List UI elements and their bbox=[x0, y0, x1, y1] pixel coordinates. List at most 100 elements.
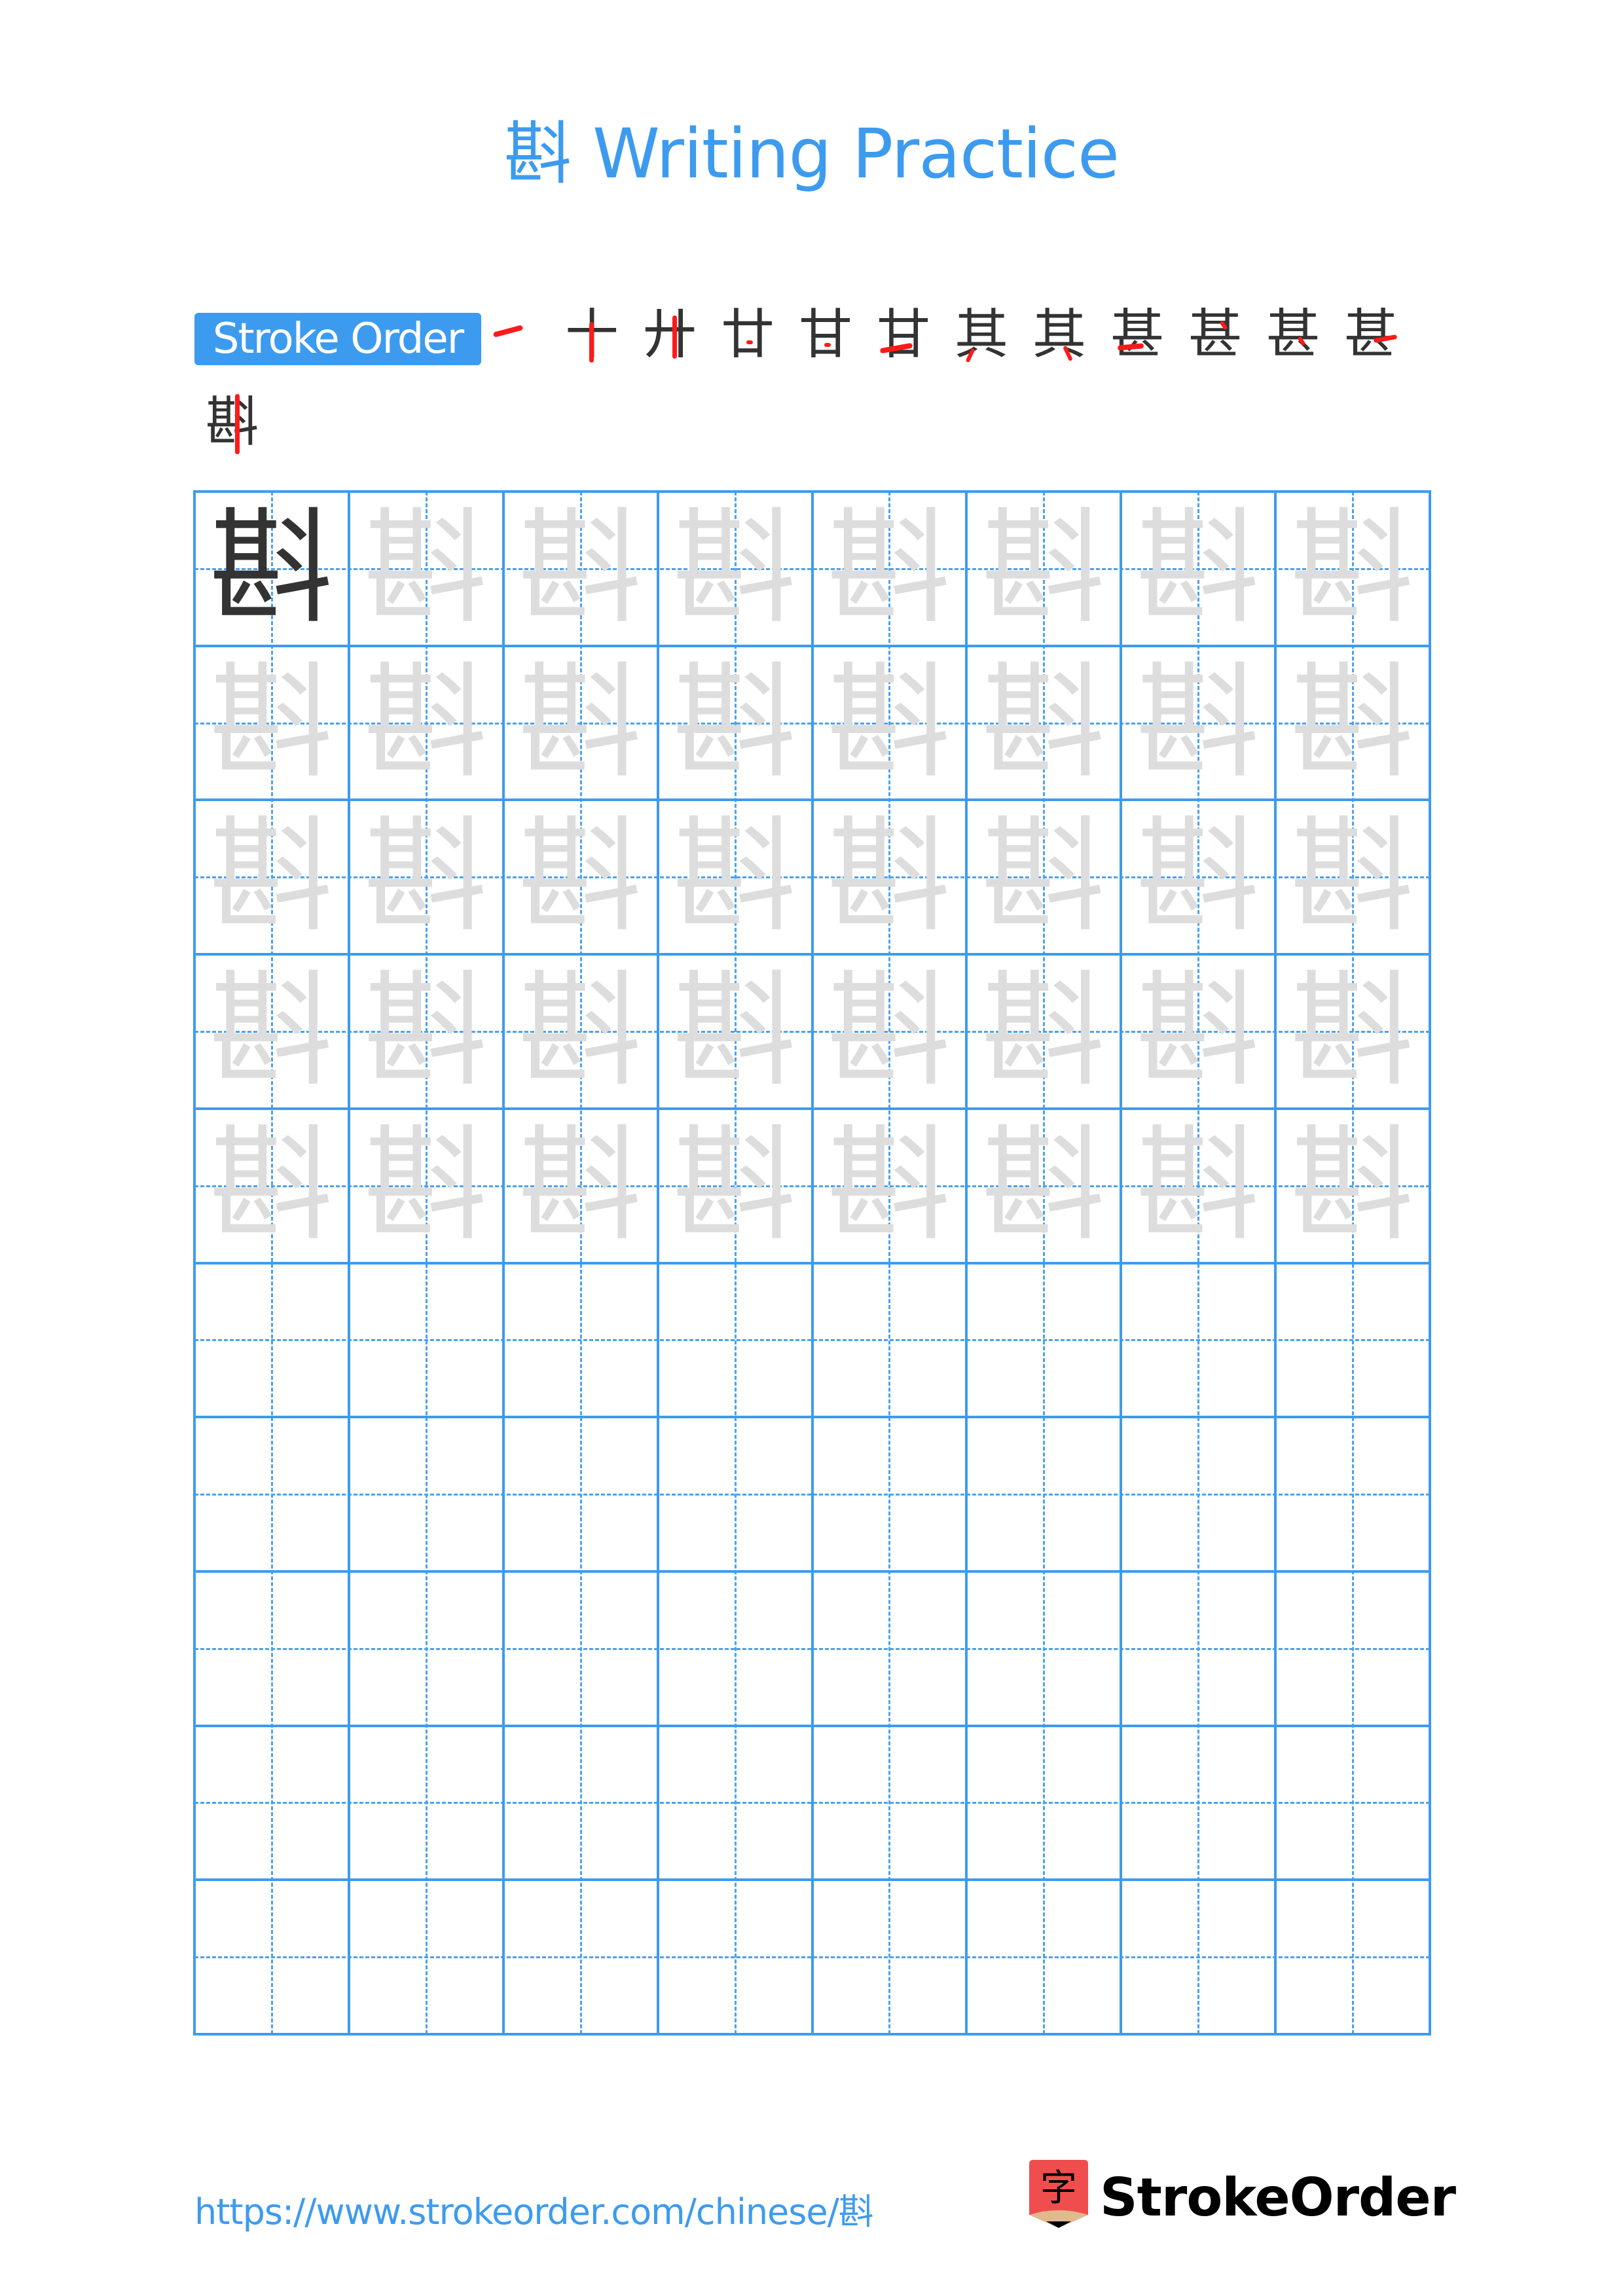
practice-cell[interactable]: 斟 bbox=[1121, 954, 1275, 1109]
practice-cell[interactable]: 斟 bbox=[194, 800, 349, 954]
practice-cell[interactable]: 斟 bbox=[1275, 492, 1430, 646]
practice-cell[interactable] bbox=[1275, 1263, 1430, 1418]
practice-cell[interactable]: 斟 bbox=[812, 492, 967, 646]
practice-cell[interactable] bbox=[194, 1880, 349, 2034]
practice-cell[interactable]: 斟 bbox=[658, 646, 812, 800]
practice-cell[interactable] bbox=[812, 1263, 967, 1418]
practice-cell[interactable] bbox=[658, 1880, 812, 2034]
practice-cell[interactable]: 斟 bbox=[349, 1109, 503, 1263]
trace-character: 斟 bbox=[827, 804, 952, 950]
practice-cell[interactable] bbox=[503, 1263, 658, 1418]
practice-cell[interactable]: 斟 bbox=[503, 954, 658, 1109]
practice-cell[interactable] bbox=[349, 1880, 503, 2034]
practice-cell[interactable]: 斟 bbox=[194, 646, 349, 800]
practice-cell[interactable]: 斟 bbox=[1275, 646, 1430, 800]
practice-cell[interactable] bbox=[966, 1880, 1121, 2034]
footer-url-link[interactable]: https://www.strokeorder.com/chinese/斟 bbox=[194, 2186, 874, 2238]
practice-cell[interactable] bbox=[1121, 1571, 1275, 1726]
practice-cell[interactable]: 斟 bbox=[1121, 1109, 1275, 1263]
practice-cell[interactable]: 斟 bbox=[966, 1109, 1121, 1263]
stroke-step-11: 甚 bbox=[1260, 302, 1326, 368]
practice-cell[interactable] bbox=[658, 1263, 812, 1418]
practice-cell[interactable]: 斟 bbox=[1121, 800, 1275, 954]
practice-cell[interactable] bbox=[194, 1417, 349, 1571]
trace-character: 斟 bbox=[363, 804, 488, 950]
practice-cell[interactable] bbox=[1121, 1880, 1275, 2034]
practice-cell[interactable] bbox=[349, 1263, 503, 1418]
trace-character: 斟 bbox=[827, 650, 952, 795]
stroke-step-glyph: 甚 bbox=[1343, 304, 1398, 366]
practice-cell[interactable] bbox=[812, 1417, 967, 1571]
practice-cell[interactable]: 斟 bbox=[658, 492, 812, 646]
trace-character: 斟 bbox=[981, 650, 1106, 795]
practice-cell[interactable] bbox=[1121, 1263, 1275, 1418]
practice-cell[interactable]: 斟 bbox=[503, 492, 658, 646]
practice-cell[interactable]: 斟 bbox=[1275, 954, 1430, 1109]
practice-cell[interactable] bbox=[349, 1417, 503, 1571]
practice-cell[interactable] bbox=[812, 1726, 967, 1880]
current-stroke-highlight bbox=[235, 394, 240, 454]
practice-cell[interactable]: 斟 bbox=[349, 492, 503, 646]
practice-cell[interactable]: 斟 bbox=[503, 1109, 658, 1263]
practice-cell[interactable]: 斟 bbox=[1275, 1109, 1430, 1263]
logo-text: StrokeOrder bbox=[1100, 2167, 1456, 2228]
stroke-step-3: 廾 bbox=[637, 302, 702, 368]
trace-character: 斟 bbox=[981, 959, 1106, 1104]
practice-cell[interactable]: 斟 bbox=[503, 800, 658, 954]
practice-cell[interactable] bbox=[503, 1417, 658, 1571]
practice-cell[interactable] bbox=[503, 1571, 658, 1726]
practice-cell[interactable]: 斟 bbox=[194, 492, 349, 646]
practice-cell[interactable]: 斟 bbox=[966, 954, 1121, 1109]
practice-cell[interactable] bbox=[194, 1263, 349, 1418]
practice-cell[interactable]: 斟 bbox=[812, 646, 967, 800]
practice-cell[interactable]: 斟 bbox=[1121, 646, 1275, 800]
practice-cell[interactable]: 斟 bbox=[194, 1109, 349, 1263]
trace-character: 斟 bbox=[363, 1113, 488, 1258]
practice-cell[interactable]: 斟 bbox=[812, 1109, 967, 1263]
practice-cell[interactable] bbox=[658, 1571, 812, 1726]
practice-cell[interactable] bbox=[1275, 1726, 1430, 1880]
practice-cell[interactable]: 斟 bbox=[812, 954, 967, 1109]
practice-cell[interactable] bbox=[1121, 1726, 1275, 1880]
practice-cell[interactable]: 斟 bbox=[1275, 800, 1430, 954]
practice-cell[interactable]: 斟 bbox=[966, 492, 1121, 646]
practice-cell[interactable]: 斟 bbox=[658, 954, 812, 1109]
practice-cell[interactable] bbox=[658, 1726, 812, 1880]
practice-cell[interactable] bbox=[349, 1726, 503, 1880]
practice-cell[interactable] bbox=[1121, 1417, 1275, 1571]
practice-cell[interactable]: 斟 bbox=[966, 800, 1121, 954]
practice-cell[interactable]: 斟 bbox=[349, 646, 503, 800]
practice-cell[interactable]: 斟 bbox=[503, 646, 658, 800]
trace-character: 斟 bbox=[981, 1113, 1106, 1258]
practice-cell[interactable] bbox=[503, 1880, 658, 2034]
trace-character: 斟 bbox=[209, 650, 334, 795]
practice-cell[interactable]: 斟 bbox=[966, 646, 1121, 800]
practice-cell[interactable] bbox=[194, 1571, 349, 1726]
trace-character: 斟 bbox=[518, 496, 643, 641]
practice-cell[interactable] bbox=[1275, 1880, 1430, 2034]
practice-cell[interactable]: 斟 bbox=[349, 800, 503, 954]
practice-cell[interactable] bbox=[503, 1726, 658, 1880]
practice-cell[interactable] bbox=[1275, 1417, 1430, 1571]
practice-cell[interactable] bbox=[349, 1571, 503, 1726]
practice-cell[interactable]: 斟 bbox=[812, 800, 967, 954]
trace-character: 斟 bbox=[672, 496, 797, 641]
practice-cell[interactable] bbox=[966, 1726, 1121, 1880]
trace-character: 斟 bbox=[981, 804, 1106, 950]
stroke-step-glyph: 甚 bbox=[1266, 304, 1320, 366]
practice-cell[interactable] bbox=[194, 1726, 349, 1880]
practice-cell[interactable]: 斟 bbox=[658, 1109, 812, 1263]
practice-cell[interactable] bbox=[966, 1571, 1121, 1726]
practice-cell[interactable] bbox=[966, 1263, 1121, 1418]
practice-cell[interactable] bbox=[812, 1571, 967, 1726]
trace-character: 斟 bbox=[1290, 1113, 1415, 1258]
practice-cell[interactable] bbox=[966, 1417, 1121, 1571]
practice-cell[interactable] bbox=[658, 1417, 812, 1571]
practice-cell[interactable] bbox=[812, 1880, 967, 2034]
practice-cell[interactable]: 斟 bbox=[349, 954, 503, 1109]
practice-cell[interactable]: 斟 bbox=[1121, 492, 1275, 646]
current-stroke-highlight bbox=[824, 343, 831, 347]
practice-cell[interactable] bbox=[1275, 1571, 1430, 1726]
practice-cell[interactable]: 斟 bbox=[194, 954, 349, 1109]
practice-cell[interactable]: 斟 bbox=[658, 800, 812, 954]
